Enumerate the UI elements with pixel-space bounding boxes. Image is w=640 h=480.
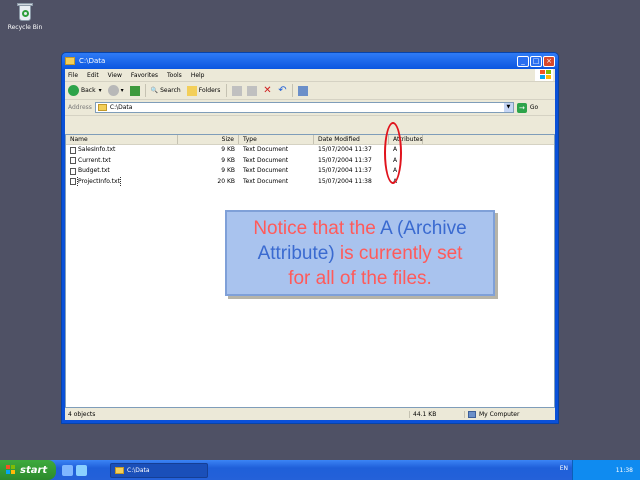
- file-row[interactable]: Budget.txt 9 KB Text Document 15/07/2004…: [66, 166, 554, 177]
- column-size[interactable]: Size: [178, 135, 239, 144]
- chevron-down-icon: ▾: [120, 87, 124, 94]
- title-bar[interactable]: C:\Data _ □ ×: [62, 53, 558, 69]
- status-bar: 4 objects 44.1 KB My Computer: [65, 408, 555, 420]
- file-date: 15/07/2004 11:38: [318, 177, 372, 185]
- address-bar: Address C:\Data ▼ → Go: [65, 100, 555, 116]
- move-to-icon[interactable]: [232, 85, 243, 96]
- file-type: Text Document: [243, 146, 289, 153]
- callout-line-1: Notice that the A (Archive: [253, 218, 467, 239]
- file-name: Budget.txt: [78, 167, 110, 174]
- menu-bar: File Edit View Favorites Tools Help: [65, 69, 555, 82]
- highlight-ellipse: [384, 122, 402, 184]
- column-headers: Name Size Type Date Modified Attributes: [66, 135, 554, 145]
- menu-tools[interactable]: Tools: [167, 72, 182, 79]
- folders-button[interactable]: Folders: [186, 85, 220, 96]
- system-tray: 11:38: [572, 460, 640, 480]
- text-file-icon: [70, 167, 76, 175]
- status-object-count: 4 objects: [65, 410, 410, 418]
- toolbar-separator: [144, 84, 146, 97]
- callout-line-3: for all of the files.: [288, 268, 432, 289]
- forward-button[interactable]: ▾: [107, 85, 124, 96]
- search-button[interactable]: 🔍 Search: [151, 87, 181, 94]
- search-icon: 🔍: [150, 87, 159, 94]
- file-size: 9 KB: [221, 146, 235, 153]
- go-button[interactable]: → Go: [516, 102, 538, 113]
- toolbar-separator: [292, 84, 294, 97]
- file-type: Text Document: [243, 177, 289, 185]
- file-type: Text Document: [243, 156, 289, 164]
- menu-view[interactable]: View: [108, 72, 122, 79]
- text-file-icon: [70, 178, 76, 186]
- file-date: 15/07/2004 11:37: [318, 156, 372, 164]
- file-row[interactable]: ProjectInfo.txt 20 KB Text Document 15/0…: [66, 176, 554, 187]
- text-file-icon: [70, 157, 76, 165]
- chevron-down-icon: ▾: [98, 87, 102, 94]
- address-input[interactable]: C:\Data ▼: [94, 102, 514, 113]
- copy-to-icon[interactable]: [247, 85, 258, 96]
- forward-arrow-icon: [107, 85, 119, 96]
- start-button[interactable]: start: [0, 460, 56, 480]
- file-size: 20 KB: [217, 177, 235, 185]
- callout-note: Notice that the A (Archive Attribute) is…: [225, 210, 495, 296]
- windows-logo-icon: [535, 69, 553, 81]
- file-size: 9 KB: [221, 167, 235, 174]
- text-file-icon: [70, 146, 76, 154]
- menu-favorites[interactable]: Favorites: [131, 72, 158, 79]
- file-type: Text Document: [243, 167, 289, 174]
- column-type[interactable]: Type: [239, 135, 314, 144]
- file-date: 15/07/2004 11:37: [318, 167, 372, 174]
- address-label: Address: [68, 104, 92, 111]
- menu-file[interactable]: File: [68, 72, 78, 79]
- language-indicator[interactable]: EN: [560, 465, 568, 472]
- minimize-button[interactable]: _: [517, 55, 529, 67]
- chevron-down-icon[interactable]: ▼: [503, 103, 513, 112]
- recycle-bin-label: Recycle Bin: [7, 24, 43, 31]
- address-value: C:\Data: [109, 104, 133, 111]
- quick-launch: [62, 464, 90, 476]
- menu-edit[interactable]: Edit: [87, 72, 99, 79]
- my-computer-icon: [468, 410, 476, 418]
- up-folder-icon[interactable]: [129, 85, 140, 96]
- file-row[interactable]: Current.txt 9 KB Text Document 15/07/200…: [66, 156, 554, 167]
- delete-icon[interactable]: ✕: [262, 85, 272, 96]
- window-title: C:\Data: [79, 57, 106, 65]
- undo-icon[interactable]: ↶: [277, 85, 287, 96]
- go-arrow-icon: →: [516, 102, 527, 113]
- folder-icon: [115, 466, 124, 474]
- file-row[interactable]: SalesInfo.txt 9 KB Text Document 15/07/2…: [66, 145, 554, 156]
- folder-icon: [97, 104, 107, 111]
- views-icon[interactable]: [298, 85, 309, 96]
- recycle-bin-icon: [15, 2, 35, 22]
- toolbar-separator: [226, 84, 228, 97]
- file-date: 15/07/2004 11:37: [318, 146, 372, 153]
- callout-line-2: Attribute) is currently set: [257, 243, 463, 264]
- toolbar: Back ▾ ▾ 🔍 Search Folders ✕ ↶: [65, 82, 555, 100]
- windows-flag-icon: [6, 465, 16, 475]
- menu-help[interactable]: Help: [191, 72, 205, 79]
- status-total-size: 44.1 KB: [410, 410, 465, 418]
- folders-icon: [186, 85, 197, 96]
- folder-icon: [65, 57, 75, 65]
- maximize-button[interactable]: □: [530, 55, 542, 67]
- status-location: My Computer: [465, 410, 519, 418]
- column-name[interactable]: Name: [66, 135, 178, 144]
- file-size: 9 KB: [221, 156, 235, 164]
- clock[interactable]: 11:38: [616, 467, 633, 474]
- internet-explorer-icon[interactable]: [76, 464, 87, 476]
- show-desktop-icon[interactable]: [62, 464, 73, 476]
- recycle-bin-desktop-icon[interactable]: Recycle Bin: [6, 2, 44, 31]
- column-date-modified[interactable]: Date Modified: [314, 135, 389, 144]
- file-name: SalesInfo.txt: [78, 146, 116, 153]
- file-name: Current.txt: [78, 156, 111, 164]
- taskbar: start C:\Data EN 11:38: [0, 460, 640, 480]
- close-button[interactable]: ×: [543, 55, 555, 67]
- taskbar-window-button[interactable]: C:\Data: [110, 462, 208, 478]
- back-button[interactable]: Back ▾: [68, 85, 102, 96]
- file-name: ProjectInfo.txt: [77, 176, 121, 187]
- back-arrow-icon: [68, 85, 79, 96]
